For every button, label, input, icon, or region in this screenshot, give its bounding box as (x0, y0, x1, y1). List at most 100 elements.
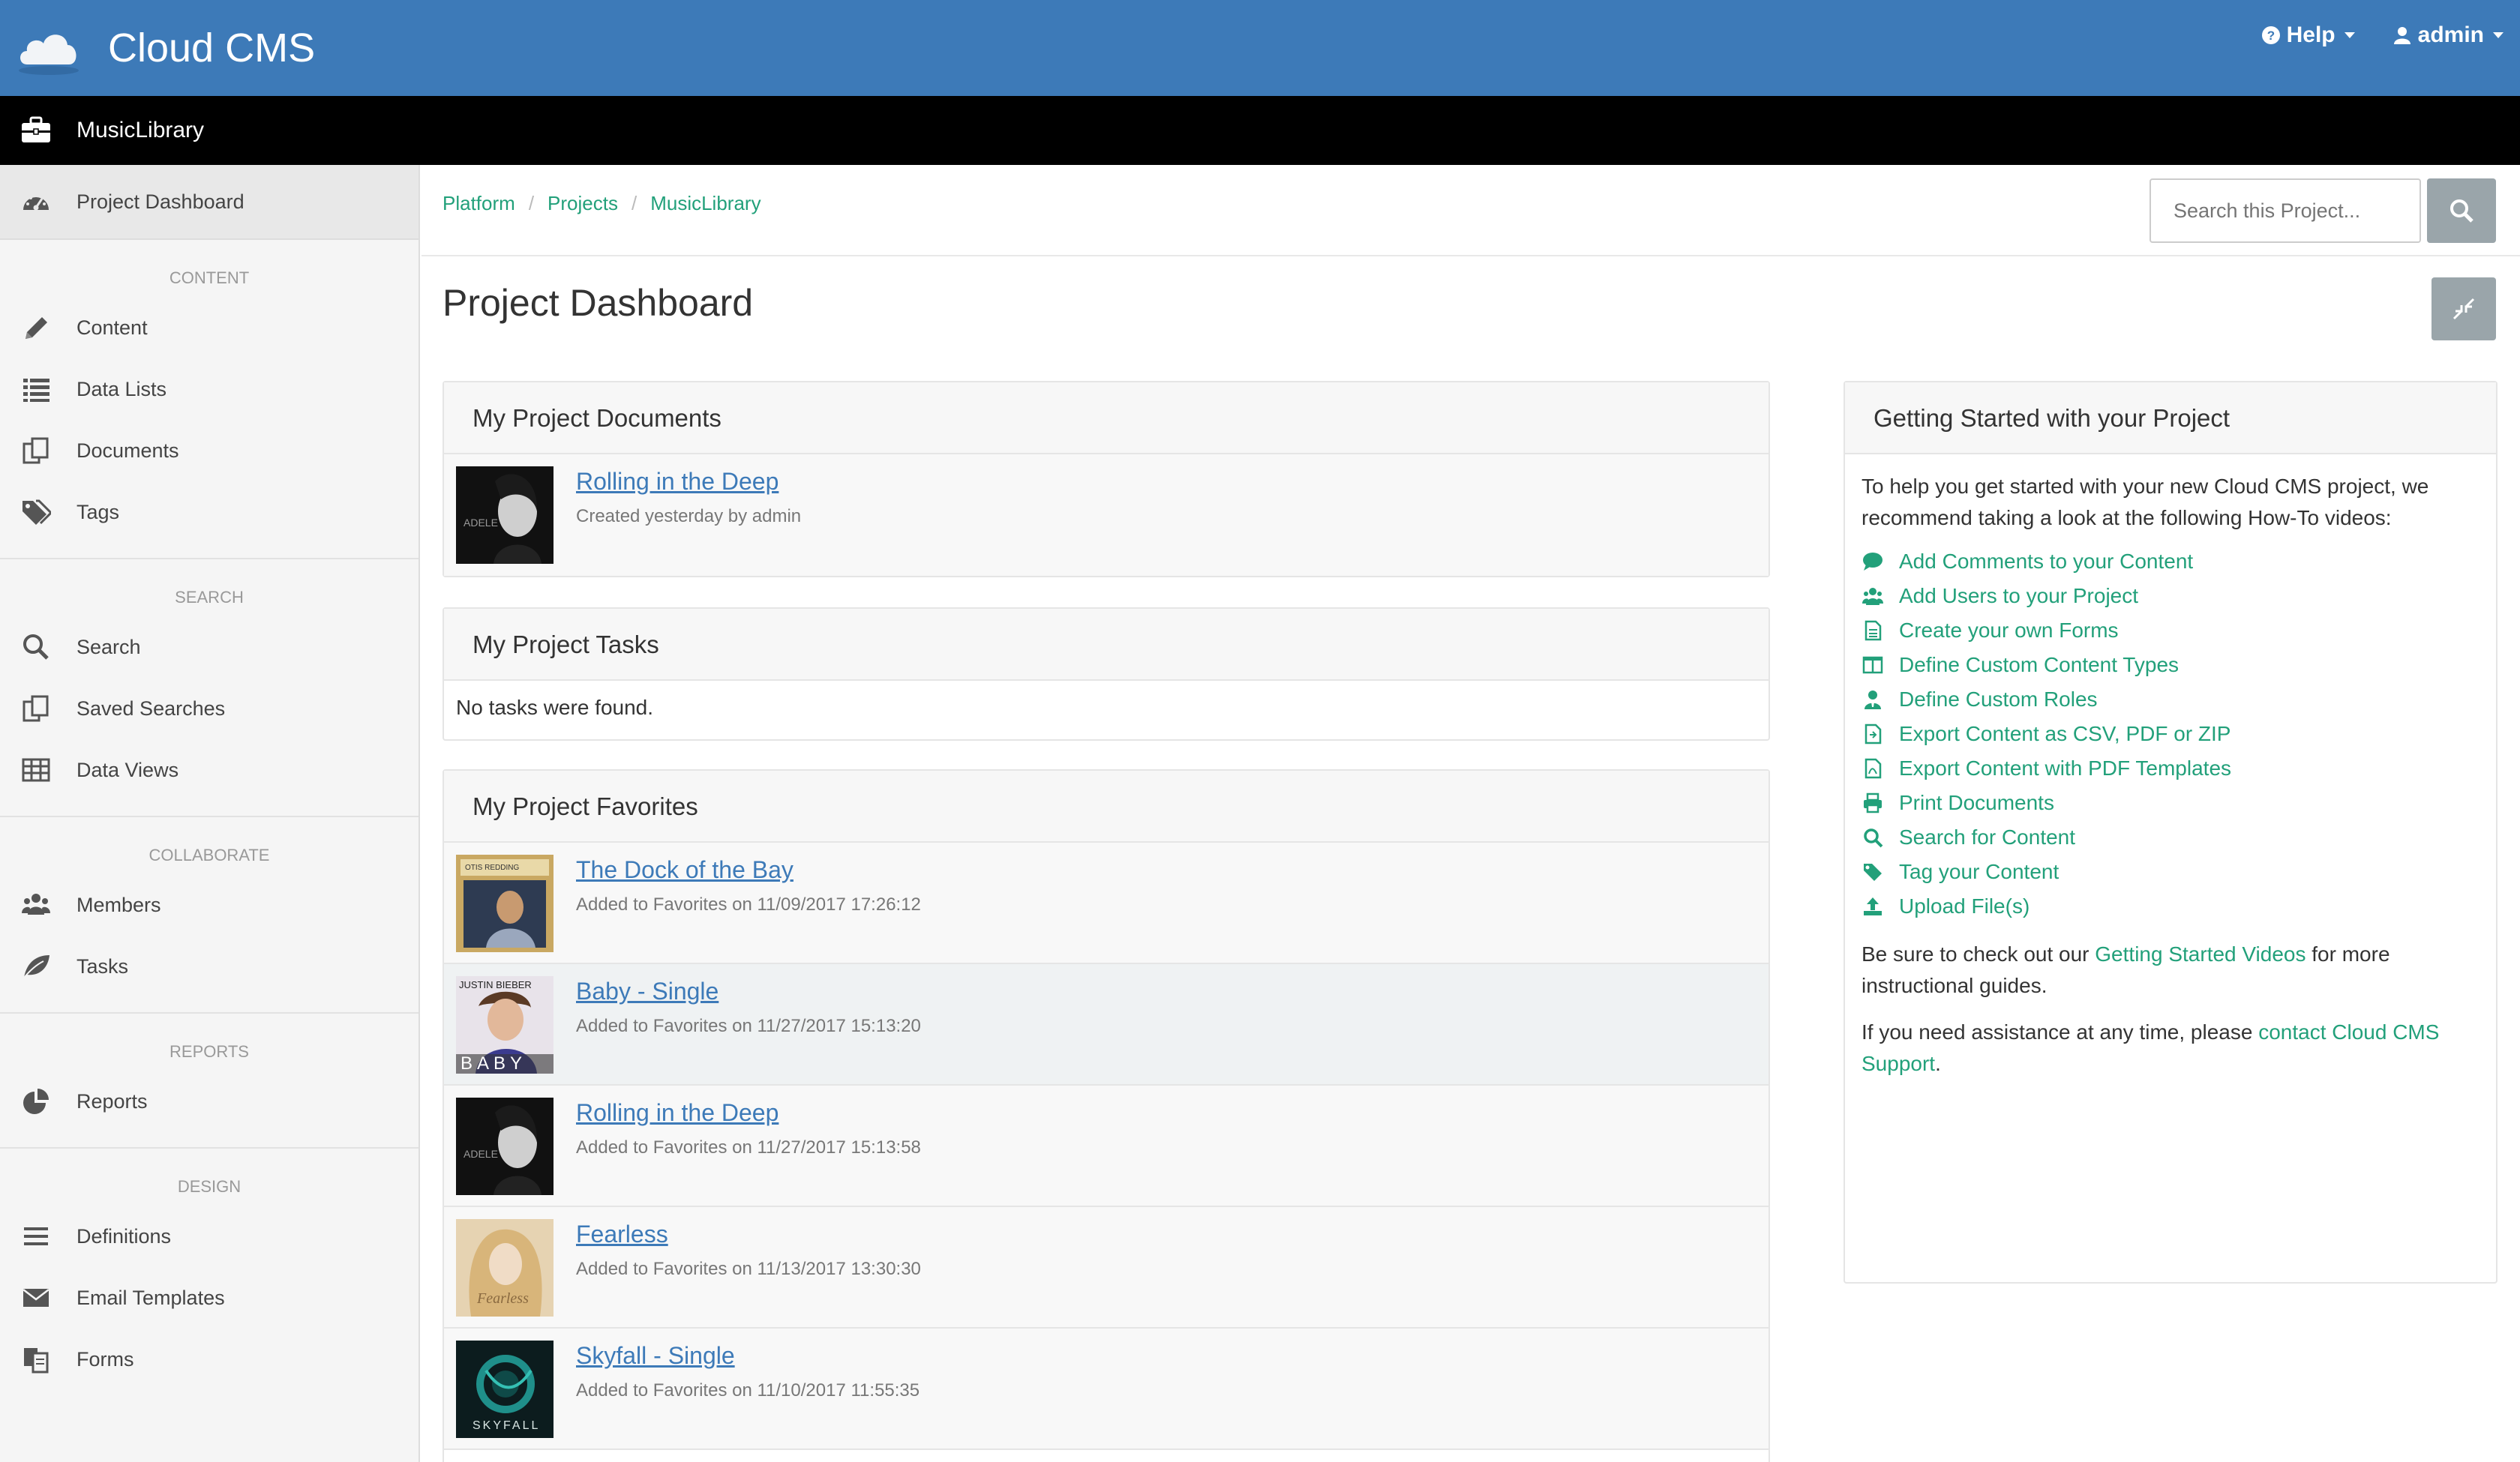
document-title-link[interactable]: Rolling in the Deep (576, 468, 801, 496)
sidebar-item-label: Reports (76, 1089, 148, 1113)
link-upload-files[interactable]: Upload File(s) (1862, 889, 2480, 924)
search-input[interactable] (2150, 178, 2421, 243)
favorite-title-link[interactable]: The Dock of the Bay (576, 856, 921, 884)
favorite-title-link[interactable]: Fearless (576, 1221, 921, 1248)
user-label: admin (2417, 22, 2484, 47)
top-nav: ? Help admin (2261, 22, 2504, 48)
favorite-title-link[interactable]: Baby - Single (576, 978, 921, 1005)
link-search-content[interactable]: Search for Content (1862, 820, 2480, 855)
link-export-csv[interactable]: Export Content as CSV, PDF or ZIP (1862, 717, 2480, 751)
search-icon (20, 632, 52, 662)
link-add-comments[interactable]: Add Comments to your Content (1862, 544, 2480, 579)
briefcase-icon (22, 116, 50, 142)
brand[interactable]: Cloud CMS (16, 18, 315, 78)
album-cover-skyfall[interactable]: SKYFALL (456, 1341, 554, 1438)
question-circle-icon: ? (2261, 26, 2280, 44)
sidebar-item-email-templates[interactable]: Email Templates (0, 1267, 418, 1329)
breadcrumb-separator: / (528, 192, 535, 214)
favorite-subtitle: Added to Favorites on 11/27/2017 15:13:2… (576, 1016, 921, 1036)
sidebar-item-label: Content (76, 316, 148, 339)
search-icon (2450, 199, 2474, 223)
link-create-forms[interactable]: Create your own Forms (1862, 613, 2480, 648)
sidebar-item-content[interactable]: Content (0, 297, 418, 358)
link-tag-content[interactable]: Tag your Content (1862, 855, 2480, 889)
help-menu[interactable]: ? Help (2261, 22, 2355, 48)
note-text: Be sure to check out our (1862, 942, 2096, 966)
file-text-icon (1862, 619, 1884, 642)
album-cover-adele[interactable]: ADELE (456, 1098, 554, 1195)
envelope-icon (20, 1283, 52, 1313)
link-label: Add Comments to your Content (1899, 550, 2194, 573)
sidebar-item-label: Project Dashboard (76, 190, 244, 213)
sidebar-item-reports[interactable]: Reports (0, 1071, 418, 1132)
sidebar-item-saved-searches[interactable]: Saved Searches (0, 678, 418, 739)
list-icon (20, 374, 52, 404)
getting-started-videos-note: Be sure to check out our Getting Started… (1862, 939, 2480, 1002)
list-item: SKYFALL Skyfall - Single Added to Favori… (444, 1329, 1768, 1450)
project-bar[interactable]: MusicLibrary (0, 96, 2520, 165)
favorite-title-link[interactable]: Skyfall - Single (576, 1342, 920, 1370)
list-item: ADELE Rolling in the Deep Added to Favor… (444, 1086, 1768, 1207)
favorite-subtitle: Added to Favorites on 11/13/2017 13:30:3… (576, 1259, 921, 1279)
sidebar-item-label: Tasks (76, 954, 129, 978)
sidebar-section-collaborate: COLLABORATE (0, 816, 418, 874)
sidebar-item-data-views[interactable]: Data Views (0, 739, 418, 801)
sidebar-item-label: Documents (76, 439, 179, 462)
print-icon (1862, 792, 1884, 814)
sidebar-item-forms[interactable]: Forms (0, 1329, 418, 1390)
link-export-pdf[interactable]: Export Content with PDF Templates (1862, 751, 2480, 786)
user-menu[interactable]: admin (2392, 22, 2504, 48)
album-cover-adele[interactable]: ADELE (456, 466, 554, 564)
comment-icon (1862, 550, 1884, 573)
favorite-title-link[interactable]: Rolling in the Deep (576, 1099, 921, 1127)
sidebar-section-content: CONTENT (169, 268, 250, 287)
search-button[interactable] (2427, 178, 2496, 243)
sidebar-item-label: Forms (76, 1347, 134, 1371)
album-cover-fearless[interactable]: Fearless (456, 1219, 554, 1317)
users-icon (20, 890, 52, 920)
tasks-panel: My Project Tasks No tasks were found. (442, 607, 1770, 741)
sidebar-item-project-dashboard[interactable]: Project Dashboard (0, 165, 418, 240)
user-tie-icon (1862, 688, 1884, 711)
getting-started-videos-link[interactable]: Getting Started Videos (2095, 942, 2306, 966)
sidebar-item-members[interactable]: Members (0, 874, 418, 936)
saved-searches-icon (20, 694, 52, 724)
sidebar-item-label: Search (76, 635, 141, 658)
album-cover-dock-of-the-bay[interactable]: OTIS REDDING (456, 855, 554, 952)
breadcrumb-musiclibrary[interactable]: MusicLibrary (650, 192, 760, 215)
list-item: ADELE Rolling in the Deep Created yester… (444, 454, 1768, 576)
link-define-content-types[interactable]: Define Custom Content Types (1862, 648, 2480, 682)
users-icon (1862, 585, 1884, 607)
breadcrumb-projects[interactable]: Projects (548, 192, 618, 215)
favorite-subtitle: Added to Favorites on 11/09/2017 17:26:1… (576, 894, 921, 915)
note-text: If you need assistance at any time, plea… (1862, 1020, 2259, 1044)
sidebar-item-data-lists[interactable]: Data Lists (0, 358, 418, 420)
link-add-users[interactable]: Add Users to your Project (1862, 579, 2480, 613)
link-label: Export Content with PDF Templates (1899, 756, 2232, 780)
chevron-down-icon (2344, 32, 2355, 38)
link-define-roles[interactable]: Define Custom Roles (1862, 682, 2480, 717)
table-icon (20, 755, 52, 785)
tasks-empty-message: No tasks were found. (456, 696, 654, 719)
sidebar-item-tasks[interactable]: Tasks (0, 936, 418, 997)
favorite-subtitle: Added to Favorites on 11/27/2017 15:13:5… (576, 1137, 921, 1158)
sidebar-item-documents[interactable]: Documents (0, 420, 418, 481)
chevron-down-icon (2493, 32, 2504, 38)
album-cover-baby-single[interactable]: JUSTIN BIEBER BABY (456, 976, 554, 1074)
sidebar-item-tags[interactable]: Tags (0, 481, 418, 543)
svg-text:OTIS REDDING: OTIS REDDING (465, 864, 519, 872)
favorite-subtitle: Added to Favorites on 11/10/2017 11:55:3… (576, 1380, 920, 1401)
link-print-documents[interactable]: Print Documents (1862, 786, 2480, 820)
favorites-panel: My Project Favorites OTIS REDDING The Do… (442, 769, 1770, 1462)
sidebar-item-label: Data Lists (76, 377, 167, 400)
breadcrumb-separator: / (631, 192, 638, 214)
columns-icon (1862, 654, 1884, 676)
sidebar-item-search[interactable]: Search (0, 616, 418, 678)
sidebar-item-definitions[interactable]: Definitions (0, 1206, 418, 1267)
collapse-button[interactable] (2432, 277, 2496, 340)
link-label: Tag your Content (1899, 860, 2060, 883)
upload-icon (1862, 895, 1884, 918)
link-label: Print Documents (1899, 791, 2054, 814)
breadcrumb-platform[interactable]: Platform (442, 192, 515, 215)
compress-icon (2452, 298, 2475, 320)
